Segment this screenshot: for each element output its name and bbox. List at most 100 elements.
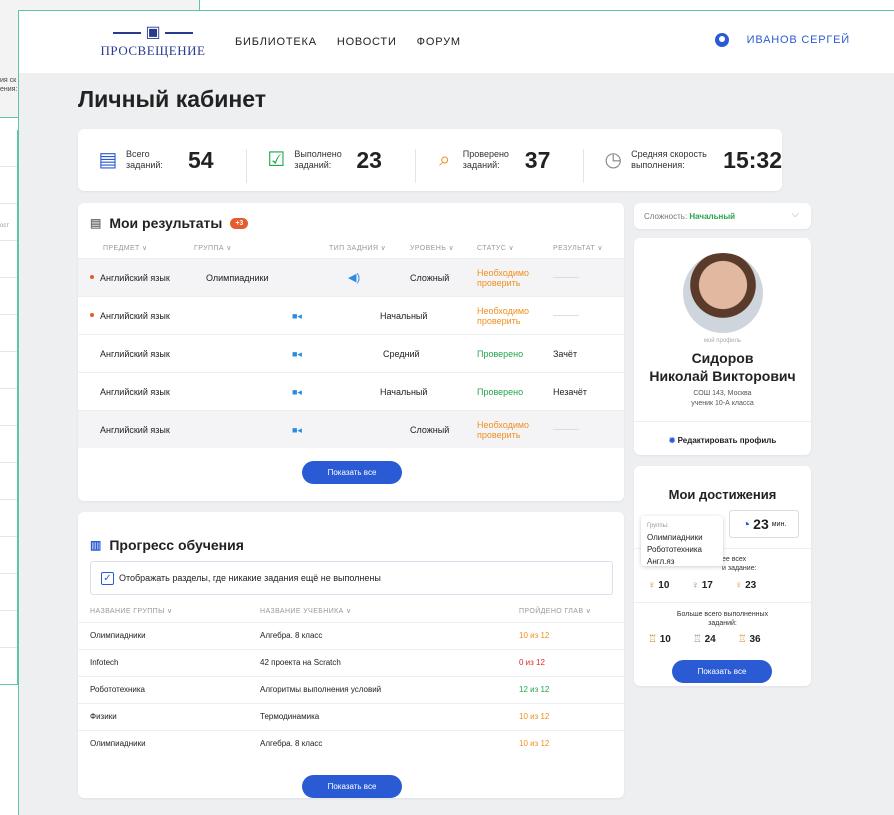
nav-news[interactable]: НОВОСТИ — [337, 36, 397, 48]
progress-card: ▥ Прогресс обучения ✓ Отображать разделы, … — [78, 512, 624, 798]
stat-value: 23 — [356, 146, 382, 173]
col-type[interactable]: ТИП ЗАДНИЯ ∨ — [329, 244, 386, 252]
nav-forum[interactable]: ФОРУМ — [417, 36, 461, 48]
stat-label: Проверено заданий: — [462, 149, 509, 170]
tooltip-item: Олимпиадники — [647, 533, 703, 542]
row-level: Начальный — [380, 387, 428, 397]
progress-row[interactable]: Infotech 42 проекта на Scratch 0 из 12 — [78, 649, 624, 673]
row-book-name: Алгебра. 8 класс — [260, 631, 323, 640]
video-icon: ■◂ — [292, 311, 302, 321]
user-name[interactable]: ИВАНОВ СЕРГЕЙ — [747, 34, 850, 46]
difficulty-select[interactable]: Сложность: Начальный ⌵ — [634, 203, 811, 229]
profile-card: мой профиль Сидоров Николай Викторович С… — [634, 238, 811, 455]
unread-dot — [90, 313, 94, 317]
progress-row[interactable]: Физики Термодинамика 10 из 12 — [78, 703, 624, 727]
background-text: ения: — [0, 86, 18, 93]
clipboard-icon: ▤ — [90, 216, 102, 230]
trophy-icon: ♖ — [692, 634, 702, 645]
user-menu[interactable]: ИВАНОВ СЕРГЕЙ — [714, 33, 850, 47]
time-unit: мин. — [771, 520, 787, 528]
edit-profile-label: Редактировать профиль — [677, 436, 777, 445]
tooltip-label: Группы: — [647, 523, 669, 529]
results-row[interactable]: Английский язык ■◂ Сложный Необходимо прове… — [78, 410, 624, 448]
progress-row[interactable]: Олимпиадники Алгебра. 8 класс 10 из 12 — [78, 730, 624, 754]
profile-caption: мой профиль — [703, 338, 742, 344]
trophies-row-2: ♖ 10 ♖ 24 ♖ 36 — [648, 634, 761, 645]
achievements-title: Мои достижения — [668, 487, 777, 502]
user-icon — [714, 33, 729, 47]
profile-name: Николай Викторович — [649, 368, 796, 384]
results-row[interactable]: Английский язык ■◂ Начальный Проверено Незач… — [78, 372, 624, 410]
row-subject: Английский язык — [100, 425, 170, 435]
row-status: Необходимо проверить — [477, 420, 530, 440]
logo[interactable]: ▣ ПРОСВЕЩЕНИЕ — [97, 25, 209, 59]
row-result-empty — [553, 429, 579, 430]
time-badge: ◔ 23 мин. — [729, 510, 799, 538]
col-group[interactable]: ГРУППА ∨ — [194, 244, 232, 252]
results-row[interactable]: Английский язык ■◂ Начальный Необходимо про… — [78, 296, 624, 334]
time-value: 23 — [753, 516, 769, 532]
row-level: Средний — [383, 349, 420, 359]
row-result-empty — [553, 277, 579, 278]
page-title: Личный кабинет — [78, 86, 266, 112]
progress-show-all-button[interactable]: Показать все — [302, 775, 402, 798]
gear-icon: ✹ — [668, 436, 676, 445]
background-text: ост — [0, 223, 10, 229]
row-book-name: Термодинамика — [260, 712, 320, 721]
row-chapters: 12 из 12 — [519, 685, 550, 694]
stats-bar: ▤ Всего заданий: 54 ☑ Выполнено заданий: 23 … — [78, 129, 782, 191]
trophy-gold: ♀ 23 — [734, 580, 757, 591]
progress-title: ▥ Прогресс обучения — [90, 537, 244, 553]
checkbox-label: Отображать разделы, где никакие задания … — [119, 573, 381, 583]
stat-label: Выполнено заданий: — [294, 149, 342, 170]
check-icon: ✓ — [101, 572, 114, 585]
background-list: ост — [0, 130, 18, 685]
progress-row[interactable]: Олимпиадники Алгебра. 8 класс 10 из 12 — [78, 622, 624, 646]
col-subject[interactable]: ПРЕДМЕТ ∨ — [103, 244, 148, 252]
results-row[interactable]: Английский язык Олимпиадники ◀) Сложный Необ… — [78, 258, 624, 296]
groups-tooltip: Группы: Олимпиадники Робототехника Англ.… — [641, 516, 723, 566]
video-icon: ■◂ — [292, 387, 302, 397]
row-group-name: Робототехника — [90, 685, 145, 694]
row-level: Сложный — [410, 273, 450, 283]
row-level: Начальный — [380, 311, 428, 321]
medal-icon: ♀ — [734, 580, 743, 591]
row-book-name: 42 проекта на Scratch — [260, 658, 341, 667]
results-show-all-button[interactable]: Показать все — [302, 461, 402, 484]
trophy-bronze: ♖ 10 — [648, 634, 671, 645]
stat-value: 37 — [524, 146, 551, 173]
achievement-desc: заданий: — [708, 620, 737, 627]
difficulty-label: Сложность: — [644, 212, 690, 221]
stat-value: 54 — [188, 146, 214, 173]
col-group-name[interactable]: НАЗВАНИЕ ГРУППЫ ∨ — [90, 607, 173, 615]
col-book-name[interactable]: НАЗВАНИЕ УЧЕБНИКА ∨ — [260, 607, 352, 615]
tooltip-item: Англ.яз — [647, 557, 675, 566]
edit-profile-button[interactable]: ✹ Редактировать профиль — [634, 436, 811, 445]
chevron-down-icon: ⌵ — [791, 209, 799, 220]
row-result-empty — [553, 315, 579, 316]
row-subject: Английский язык — [100, 311, 170, 321]
stopwatch-icon: ◷ — [604, 149, 622, 171]
row-subject: Английский язык — [100, 273, 170, 283]
col-status[interactable]: СТАТУС ∨ — [477, 244, 514, 252]
row-status: Необходимо проверить — [477, 306, 530, 326]
profile-surname: Сидоров — [691, 350, 754, 366]
achievements-show-all-button[interactable]: Показать все — [672, 660, 772, 683]
results-row[interactable]: Английский язык ■◂ Средний Проверено Зачёт — [78, 334, 624, 372]
show-unfinished-checkbox[interactable]: ✓ Отображать разделы, где никакие задания… — [90, 561, 613, 595]
header: ▣ ПРОСВЕЩЕНИЕ БИБЛИОТЕКА НОВОСТИ ФОРУМ И… — [19, 11, 894, 73]
col-result[interactable]: РЕЗУЛЬТАТ ∨ — [553, 244, 603, 252]
row-chapters: 10 из 12 — [519, 712, 550, 721]
stat-value: 15:32 — [723, 146, 782, 173]
stat-done: ☑ Выполнено заданий: 23 — [246, 146, 414, 183]
stat-label: Средняя скорость выполнения: — [631, 149, 707, 170]
row-group: Олимпиадники — [206, 273, 269, 283]
col-chapters[interactable]: ПРОЙДЕНО ГЛАВ ∨ — [519, 607, 591, 615]
row-status: Проверено — [477, 349, 524, 359]
progress-row[interactable]: Робототехника Алгоритмы выполнения услови… — [78, 676, 624, 700]
row-chapters: 10 из 12 — [519, 739, 550, 748]
nav-library[interactable]: БИБЛИОТЕКА — [235, 36, 317, 48]
achievement-desc: ее всех — [722, 556, 747, 563]
achievement-desc: и задание: — [722, 565, 757, 572]
col-level[interactable]: УРОВЕНЬ ∨ — [410, 244, 454, 252]
